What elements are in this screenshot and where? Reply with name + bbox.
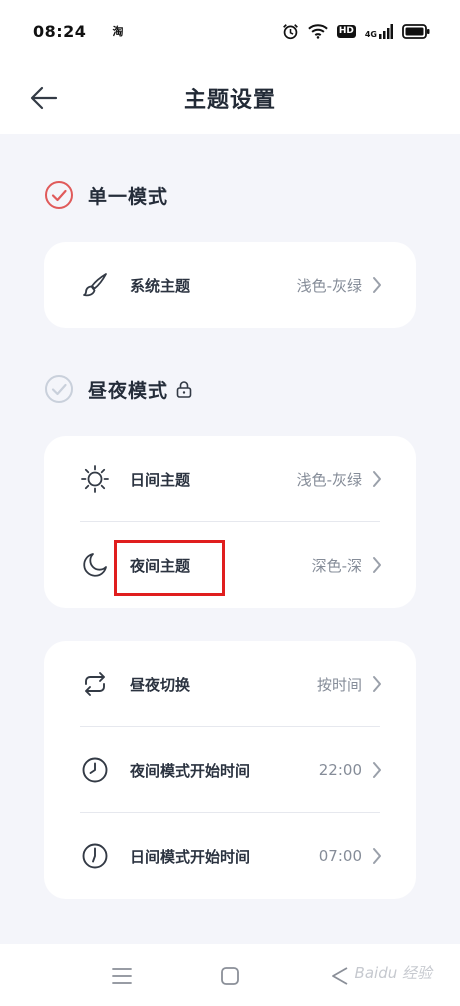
system-theme-row[interactable]: 系统主题 浅色-灰绿: [44, 242, 416, 328]
check-circle-icon: [45, 181, 73, 209]
day-theme-label: 日间主题: [130, 470, 191, 489]
taobao-app-icon: 淘: [112, 25, 124, 38]
day-start-time-value: 07:00: [318, 847, 362, 865]
lock-icon: [176, 380, 192, 398]
single-mode-label: 单一模式: [88, 185, 169, 208]
watermark: Baidu 经验: [354, 964, 432, 982]
alarm-icon: [282, 23, 298, 39]
chevron-right-icon: [372, 276, 382, 294]
system-theme-value: 浅色-灰绿: [296, 276, 362, 295]
home-square-icon: [221, 967, 239, 985]
day-theme-value: 浅色-灰绿: [296, 470, 362, 489]
single-mode-option[interactable]: 单一模式: [44, 180, 168, 210]
schedule-card: 昼夜切换 按时间 夜间模式开始时间 22:00 日间模式开始时间 07:00: [44, 641, 416, 899]
moon-icon: [80, 550, 110, 580]
day-night-mode-option[interactable]: 昼夜模式: [44, 374, 192, 404]
hd-badge: HD: [336, 24, 356, 38]
page-title: 主题设置: [183, 88, 276, 113]
chevron-right-icon: [372, 675, 382, 693]
battery-icon: [402, 23, 430, 39]
day-start-time-row[interactable]: 日间模式开始时间 07:00: [44, 813, 416, 899]
night-theme-value: 深色-深: [311, 556, 362, 575]
chevron-right-icon: [372, 847, 382, 865]
menu-icon: [112, 968, 132, 984]
sun-icon: [80, 464, 110, 494]
signal-icon: 4G: [364, 23, 393, 39]
day-night-mode-label: 昼夜模式: [88, 379, 169, 402]
clock-icon: [80, 755, 110, 785]
night-start-time-row[interactable]: 夜间模式开始时间 22:00: [44, 727, 416, 813]
day-night-switch-row[interactable]: 昼夜切换 按时间: [44, 641, 416, 727]
day-night-switch-label: 昼夜切换: [130, 675, 191, 694]
network-type: 4G: [364, 29, 377, 39]
clock-icon: [80, 841, 110, 871]
home-button[interactable]: [216, 962, 244, 990]
status-time: 08:24: [33, 21, 87, 41]
chevron-right-icon: [372, 556, 382, 574]
page-header: 主题设置: [0, 62, 460, 134]
night-start-time-label: 夜间模式开始时间: [130, 761, 251, 780]
chevron-right-icon: [372, 470, 382, 488]
chevron-right-icon: [372, 761, 382, 779]
back-button[interactable]: [28, 82, 60, 114]
night-theme-row[interactable]: 夜间主题 深色-深: [44, 522, 416, 608]
day-night-switch-value: 按时间: [316, 675, 362, 694]
night-start-time-value: 22:00: [318, 761, 362, 779]
triangle-back-icon: [332, 967, 348, 985]
single-mode-card: 系统主题 浅色-灰绿: [44, 242, 416, 328]
night-theme-label: 夜间主题: [130, 556, 191, 575]
back-arrow-icon: [30, 86, 58, 110]
day-night-card: 日间主题 浅色-灰绿 夜间主题 深色-深: [44, 436, 416, 608]
menu-button[interactable]: [108, 962, 136, 990]
switch-icon: [80, 669, 110, 699]
day-start-time-label: 日间模式开始时间: [130, 847, 251, 866]
wifi-icon: [308, 24, 328, 39]
check-circle-icon: [45, 375, 73, 403]
nav-back-button[interactable]: [326, 962, 354, 990]
brush-icon: [80, 270, 110, 300]
status-icons: HD 4G: [282, 23, 430, 40]
day-theme-row[interactable]: 日间主题 浅色-灰绿: [44, 436, 416, 522]
status-bar: 08:24 淘 HD 4G: [0, 0, 460, 62]
system-theme-label: 系统主题: [130, 276, 191, 295]
